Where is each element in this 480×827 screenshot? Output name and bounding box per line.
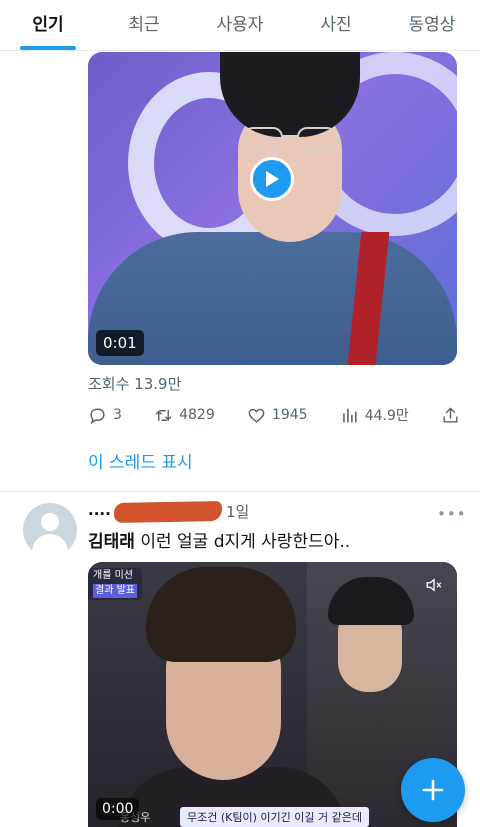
tab-recent[interactable]: 최근	[96, 0, 192, 50]
share-button[interactable]	[441, 406, 460, 425]
tab-popular[interactable]: 인기	[0, 0, 96, 50]
search-tabs: 인기 최근 사용자 사진 동영상	[0, 0, 480, 51]
divider	[0, 491, 480, 492]
play-icon	[266, 171, 279, 187]
redaction-scribble	[113, 501, 223, 523]
avatar-head-shape	[41, 513, 59, 531]
tweet-video[interactable]: 0:01	[88, 52, 457, 365]
reply-button[interactable]: 3	[88, 406, 122, 425]
reply-icon	[90, 407, 105, 424]
more-options-icon[interactable]: •••	[437, 505, 467, 523]
badge-line-1: 개를 미션	[93, 570, 133, 581]
tweet-actions: 3 4829 1945 44.9만	[88, 402, 460, 428]
video-duration: 0:01	[96, 330, 144, 356]
share-icon	[443, 407, 458, 423]
like-count: 1945	[271, 407, 308, 423]
video-figure-hair	[146, 567, 296, 662]
video-duration: 0:00	[96, 798, 140, 820]
video-caption: 무조건 (K팀이) 이기긴 이길 거 같은데	[180, 807, 369, 827]
analytics-count: 44.9만	[364, 408, 409, 424]
analytics-button[interactable]: 44.9만	[340, 405, 409, 425]
badge-line-2: 결과 발표	[93, 584, 137, 598]
video-badge: 개를 미션 결과 발표	[88, 568, 142, 600]
tweet-text: 김태래 이런 얼굴 d지게 사랑한드아..	[88, 527, 350, 552]
retweet-icon	[155, 409, 172, 421]
mute-icon[interactable]	[425, 576, 443, 594]
retweet-count: 4829	[179, 407, 215, 423]
username[interactable]: ....	[88, 501, 111, 519]
plus-icon	[422, 779, 444, 801]
view-count: 조회수 13.9만	[88, 375, 182, 393]
tweet-time: 1일	[226, 503, 250, 521]
tab-users[interactable]: 사용자	[192, 0, 288, 50]
retweet-button[interactable]: 4829	[154, 406, 215, 425]
heart-icon	[248, 408, 265, 423]
avatar[interactable]	[23, 503, 77, 557]
glasses-shape	[243, 127, 337, 151]
play-button[interactable]	[250, 157, 294, 201]
analytics-icon	[342, 407, 357, 423]
tab-photos[interactable]: 사진	[288, 0, 384, 50]
tweet-text-bold: 김태래	[88, 532, 135, 552]
like-button[interactable]: 1945	[247, 406, 308, 425]
reply-count: 3	[113, 407, 122, 423]
tab-videos[interactable]: 동영상	[384, 0, 480, 50]
show-thread-link[interactable]: 이 스레드 표시	[88, 448, 193, 473]
compose-button[interactable]	[401, 758, 465, 822]
avatar-body-shape	[32, 534, 68, 557]
tweet-text-rest: 이런 얼굴 d지게 사랑한드아..	[134, 532, 351, 552]
